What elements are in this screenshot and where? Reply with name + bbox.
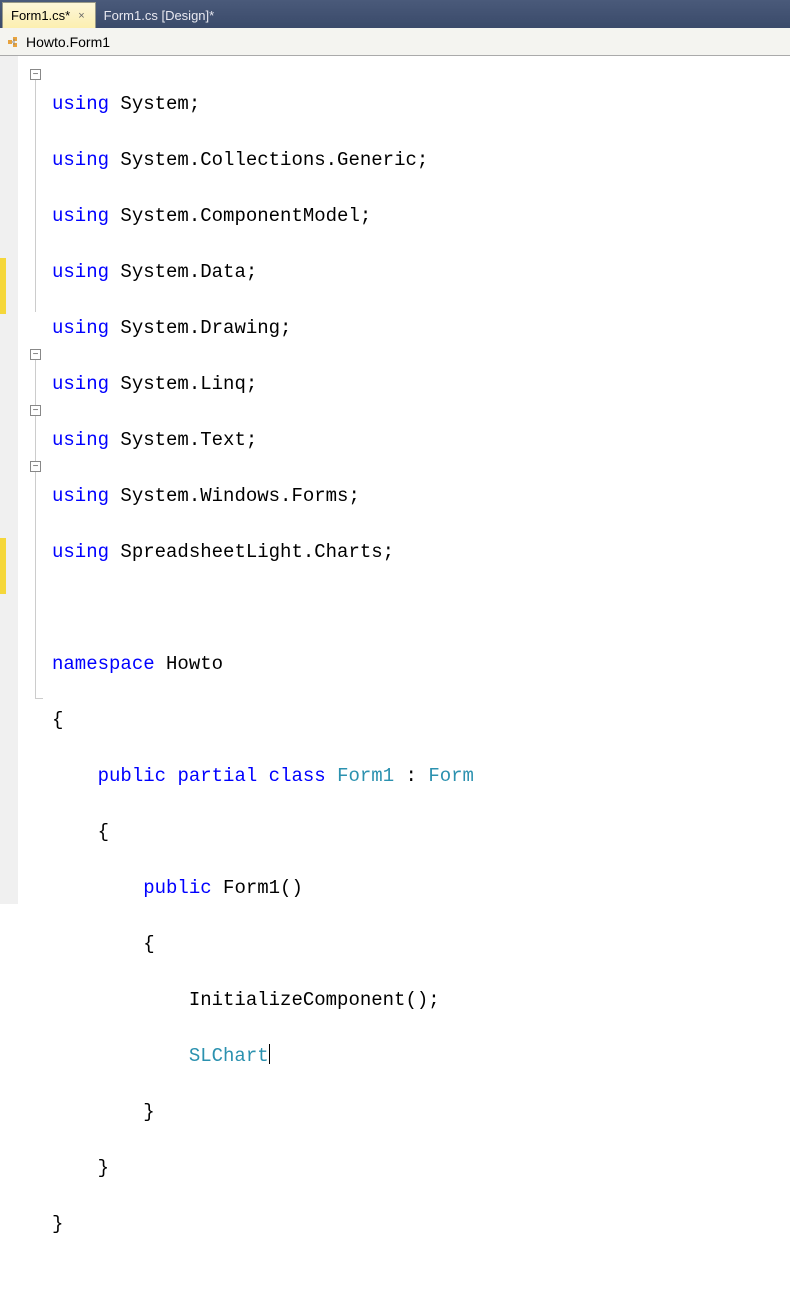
code-line: namespace Howto xyxy=(52,650,790,678)
tab-form1-design[interactable]: Form1.cs [Design]* xyxy=(96,2,223,28)
outline-margin: − − − − xyxy=(18,56,52,904)
indicator-margin xyxy=(0,56,18,904)
code-line: using System.Collections.Generic; xyxy=(52,146,790,174)
text-caret xyxy=(269,1044,270,1064)
code-line: SLChart xyxy=(52,1042,790,1070)
change-marker xyxy=(0,538,6,594)
code-editor[interactable]: − − − − using System; using System.Colle… xyxy=(0,56,790,904)
code-line: using System.Text; xyxy=(52,426,790,454)
code-line: using System.Linq; xyxy=(52,370,790,398)
code-line: using System.Windows.Forms; xyxy=(52,482,790,510)
fold-end xyxy=(35,698,43,699)
code-line: { xyxy=(52,930,790,958)
fold-line xyxy=(35,80,36,312)
class-icon xyxy=(6,34,22,50)
code-line: using System.ComponentModel; xyxy=(52,202,790,230)
code-line: } xyxy=(52,1098,790,1126)
code-line: { xyxy=(52,818,790,846)
navigation-bar[interactable]: Howto.Form1 xyxy=(0,28,790,56)
code-line xyxy=(52,594,790,622)
tab-label: Form1.cs* xyxy=(11,8,70,23)
close-icon[interactable]: × xyxy=(76,10,86,22)
fold-toggle[interactable]: − xyxy=(30,349,41,360)
tab-form1-cs[interactable]: Form1.cs* × xyxy=(2,2,96,28)
code-line: public Form1() xyxy=(52,874,790,902)
code-line: using System.Data; xyxy=(52,258,790,286)
code-line: using System.Drawing; xyxy=(52,314,790,342)
fold-toggle[interactable]: − xyxy=(30,461,41,472)
breadcrumb-label: Howto.Form1 xyxy=(26,34,110,50)
fold-toggle[interactable]: − xyxy=(30,69,41,80)
code-content[interactable]: using System; using System.Collections.G… xyxy=(52,56,790,904)
code-line: using SpreadsheetLight.Charts; xyxy=(52,538,790,566)
code-line: { xyxy=(52,706,790,734)
code-line: using System; xyxy=(52,90,790,118)
change-marker xyxy=(0,258,6,314)
tab-bar: Form1.cs* × Form1.cs [Design]* xyxy=(0,0,790,28)
code-line: } xyxy=(52,1154,790,1182)
fold-toggle[interactable]: − xyxy=(30,405,41,416)
tab-label: Form1.cs [Design]* xyxy=(104,8,215,23)
code-line: public partial class Form1 : Form xyxy=(52,762,790,790)
code-line: InitializeComponent(); xyxy=(52,986,790,1014)
code-line: } xyxy=(52,1210,790,1238)
